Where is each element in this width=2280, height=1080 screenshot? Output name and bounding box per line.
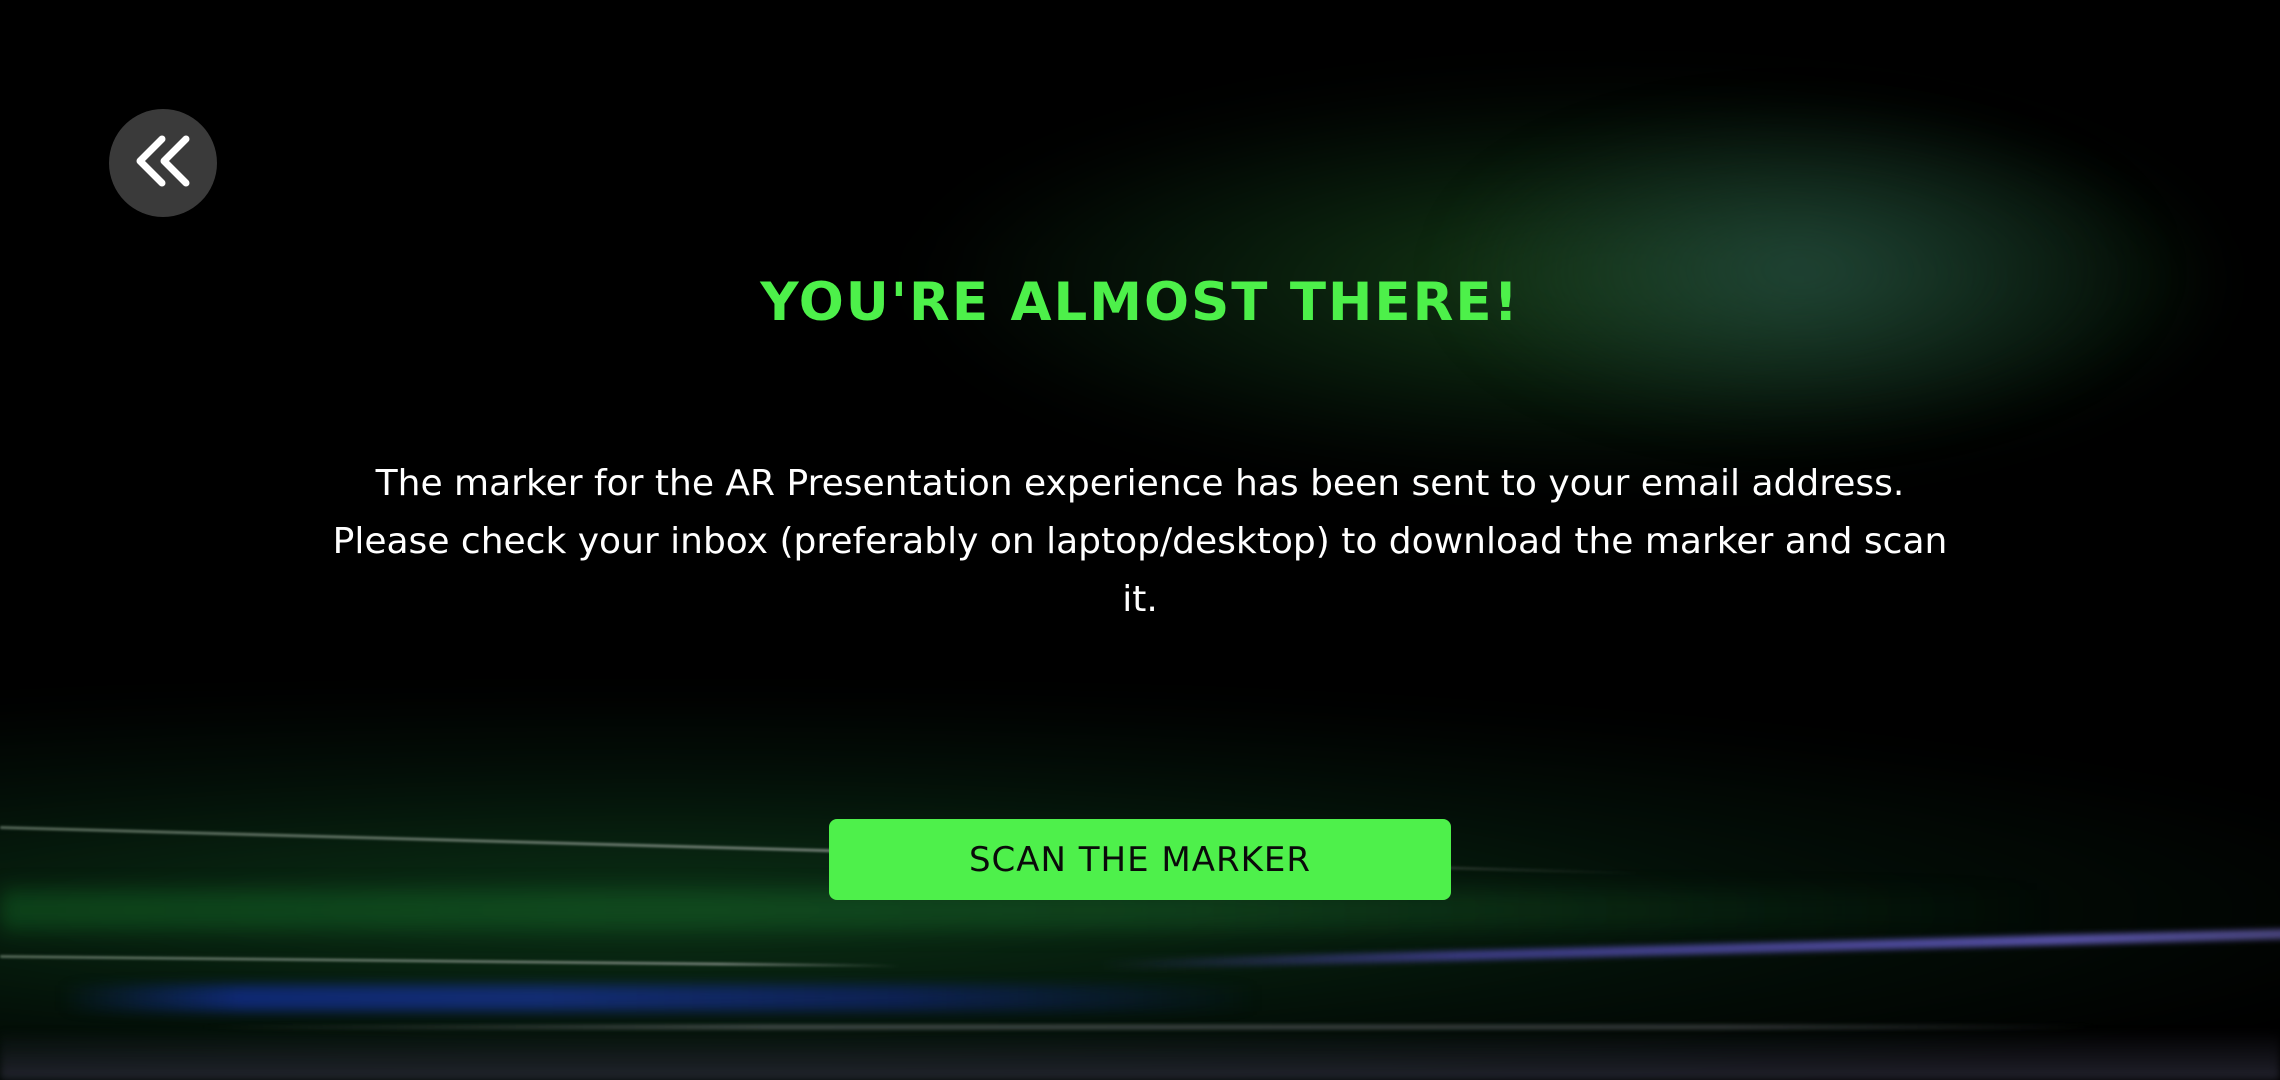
light-streak bbox=[200, 1025, 2100, 1029]
page-title: YOU'RE ALMOST THERE! bbox=[760, 272, 1520, 333]
light-streak bbox=[60, 985, 1260, 1011]
back-button[interactable] bbox=[109, 109, 217, 217]
double-chevron-left-icon bbox=[132, 133, 194, 193]
screen: YOU'RE ALMOST THERE! The marker for the … bbox=[0, 0, 2280, 1080]
background-glow-teal bbox=[1450, 110, 2150, 430]
light-streak bbox=[0, 1030, 2280, 1080]
scan-marker-button[interactable]: SCAN THE MARKER bbox=[829, 819, 1451, 900]
instruction-message: The marker for the AR Presentation exper… bbox=[332, 463, 1948, 620]
